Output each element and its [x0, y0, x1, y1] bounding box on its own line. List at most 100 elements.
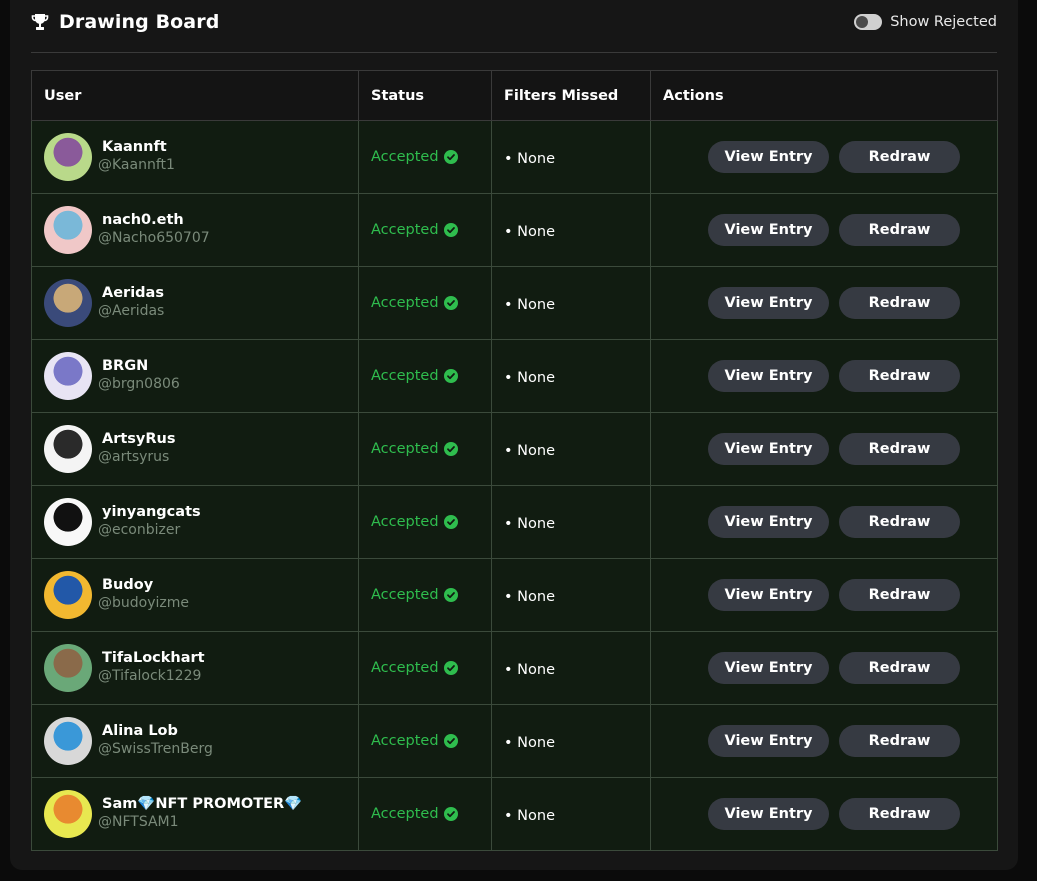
show-rejected-label: Show Rejected	[890, 14, 997, 30]
view-entry-button[interactable]: View Entry	[708, 433, 829, 465]
filters-missed: • None	[504, 442, 555, 459]
avatar[interactable]	[44, 644, 92, 692]
redraw-button[interactable]: Redraw	[839, 725, 960, 757]
filters-missed: • None	[504, 515, 555, 532]
view-entry-button[interactable]: View Entry	[708, 798, 829, 830]
user-handle[interactable]: @artsyrus	[98, 448, 176, 466]
status-text: Accepted	[371, 441, 439, 457]
row-actions: View Entry Redraw	[663, 433, 985, 465]
row-actions: View Entry Redraw	[663, 579, 985, 611]
status-text: Accepted	[371, 587, 439, 603]
filters-missed: • None	[504, 588, 555, 605]
status-text: Accepted	[371, 514, 439, 530]
avatar[interactable]	[44, 206, 92, 254]
view-entry-button[interactable]: View Entry	[708, 652, 829, 684]
redraw-button[interactable]: Redraw	[839, 798, 960, 830]
user-cell: ArtsyRus @artsyrus	[31, 412, 359, 486]
user-text: Budoy @budoyizme	[98, 577, 189, 612]
user-handle[interactable]: @budoyizme	[98, 594, 189, 612]
actions-cell: View Entry Redraw	[650, 339, 998, 413]
redraw-button[interactable]: Redraw	[839, 652, 960, 684]
status-cell: Accepted	[358, 777, 492, 851]
column-header-filters: Filters Missed	[491, 70, 651, 121]
user-info: TifaLockhart @Tifalock1229	[44, 644, 346, 692]
actions-cell: View Entry Redraw	[650, 558, 998, 632]
filters-cell: • None	[491, 339, 651, 413]
view-entry-button[interactable]: View Entry	[708, 287, 829, 319]
redraw-button[interactable]: Redraw	[839, 579, 960, 611]
row-actions: View Entry Redraw	[663, 506, 985, 538]
user-text: Aeridas @Aeridas	[98, 285, 164, 320]
redraw-button[interactable]: Redraw	[839, 506, 960, 538]
toggle-knob	[856, 16, 869, 28]
entries-table: User Status Filters Missed Actions Kaann…	[31, 70, 998, 851]
table-row: nach0.eth @Nacho650707 Accepted • None V…	[31, 193, 998, 267]
redraw-button[interactable]: Redraw	[839, 360, 960, 392]
actions-cell: View Entry Redraw	[650, 704, 998, 778]
avatar[interactable]	[44, 790, 92, 838]
avatar[interactable]	[44, 352, 92, 400]
user-name: Alina Lob	[102, 723, 178, 739]
user-info: nach0.eth @Nacho650707	[44, 206, 346, 254]
user-info: Alina Lob @SwissTrenBerg	[44, 717, 346, 765]
row-actions: View Entry Redraw	[663, 725, 985, 757]
user-info: Sam💎NFT PROMOTER💎 @NFTSAM1	[44, 790, 346, 838]
user-cell: Aeridas @Aeridas	[31, 266, 359, 340]
avatar[interactable]	[44, 571, 92, 619]
user-handle[interactable]: @Nacho650707	[98, 229, 210, 247]
filters-missed: • None	[504, 734, 555, 751]
column-header-user: User	[31, 70, 359, 121]
filters-cell: • None	[491, 412, 651, 486]
status-badge: Accepted	[371, 149, 479, 165]
view-entry-button[interactable]: View Entry	[708, 360, 829, 392]
user-cell: yinyangcats @econbizer	[31, 485, 359, 559]
status-badge: Accepted	[371, 514, 479, 530]
table-row: TifaLockhart @Tifalock1229 Accepted • No…	[31, 631, 998, 705]
status-cell: Accepted	[358, 412, 492, 486]
view-entry-button[interactable]: View Entry	[708, 506, 829, 538]
user-text: nach0.eth @Nacho650707	[98, 212, 210, 247]
filters-missed: • None	[504, 369, 555, 386]
show-rejected-toggle-wrap[interactable]: Show Rejected	[854, 14, 997, 30]
redraw-button[interactable]: Redraw	[839, 287, 960, 319]
user-name: Aeridas	[102, 285, 164, 301]
avatar[interactable]	[44, 279, 92, 327]
user-cell: Kaannft @Kaannft1	[31, 120, 359, 194]
user-name: nach0.eth	[102, 212, 184, 228]
user-handle[interactable]: @Kaannft1	[98, 156, 175, 174]
row-actions: View Entry Redraw	[663, 214, 985, 246]
status-text: Accepted	[371, 222, 439, 238]
avatar[interactable]	[44, 425, 92, 473]
avatar[interactable]	[44, 498, 92, 546]
user-cell: Sam💎NFT PROMOTER💎 @NFTSAM1	[31, 777, 359, 851]
table-row: Kaannft @Kaannft1 Accepted • None View E…	[31, 120, 998, 194]
user-handle[interactable]: @SwissTrenBerg	[98, 740, 213, 758]
show-rejected-toggle[interactable]	[854, 14, 883, 30]
user-name: Sam💎NFT PROMOTER💎	[102, 796, 303, 812]
table-row: ArtsyRus @artsyrus Accepted • None View …	[31, 412, 998, 486]
user-handle[interactable]: @Aeridas	[98, 302, 164, 320]
user-handle[interactable]: @Tifalock1229	[98, 667, 205, 685]
actions-cell: View Entry Redraw	[650, 777, 998, 851]
status-text: Accepted	[371, 149, 439, 165]
view-entry-button[interactable]: View Entry	[708, 579, 829, 611]
check-circle-icon	[443, 807, 458, 821]
filters-cell: • None	[491, 193, 651, 267]
status-badge: Accepted	[371, 295, 479, 311]
user-handle[interactable]: @econbizer	[98, 521, 201, 539]
user-handle[interactable]: @brgn0806	[98, 375, 180, 393]
avatar[interactable]	[44, 133, 92, 181]
user-info: Kaannft @Kaannft1	[44, 133, 346, 181]
filters-cell: • None	[491, 704, 651, 778]
table-row: yinyangcats @econbizer Accepted • None V…	[31, 485, 998, 559]
title-wrap: Drawing Board	[31, 11, 219, 33]
view-entry-button[interactable]: View Entry	[708, 725, 829, 757]
view-entry-button[interactable]: View Entry	[708, 214, 829, 246]
user-handle[interactable]: @NFTSAM1	[98, 813, 302, 831]
view-entry-button[interactable]: View Entry	[708, 141, 829, 173]
column-header-status: Status	[358, 70, 492, 121]
redraw-button[interactable]: Redraw	[839, 141, 960, 173]
avatar[interactable]	[44, 717, 92, 765]
redraw-button[interactable]: Redraw	[839, 433, 960, 465]
redraw-button[interactable]: Redraw	[839, 214, 960, 246]
